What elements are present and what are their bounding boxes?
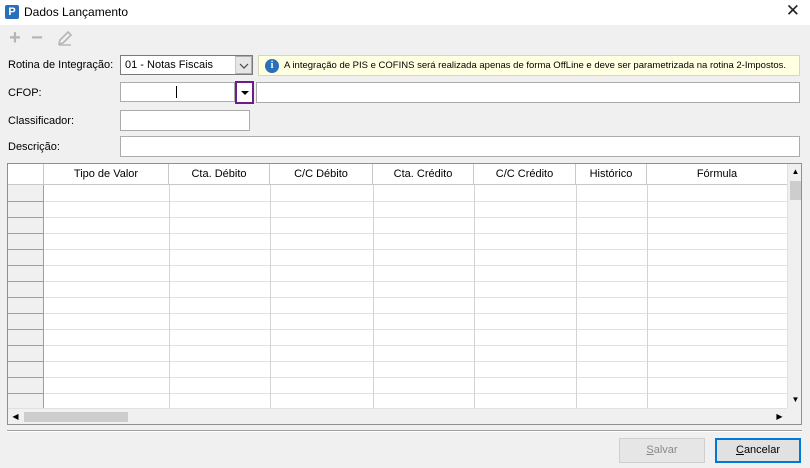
horizontal-scrollbar[interactable]: ◀ ▶ — [8, 408, 787, 424]
row-indicator-line — [8, 201, 44, 202]
row-indicator-line — [8, 361, 44, 362]
text-caret — [176, 86, 177, 98]
cancel-button[interactable]: Cancelar — [715, 438, 801, 463]
scrollbar-corner — [787, 408, 801, 424]
grid-row-line — [44, 281, 787, 282]
grid-row-line — [44, 313, 787, 314]
row-indicator-line — [8, 265, 44, 266]
grid-row-line — [44, 265, 787, 266]
scroll-down-icon[interactable]: ▼ — [788, 392, 801, 408]
column-header[interactable]: Cta. Débito — [169, 164, 270, 185]
grid-row-line — [44, 217, 787, 218]
toolbar: + − — [0, 27, 810, 51]
app-logo-icon: P — [5, 5, 19, 19]
rotina-select[interactable]: 01 - Notas Fiscais — [120, 55, 253, 75]
column-header[interactable]: C/C Débito — [270, 164, 373, 185]
column-header[interactable]: Fórmula — [647, 164, 787, 185]
classificador-label: Classificador: — [8, 115, 75, 127]
classificador-input[interactable] — [120, 110, 250, 131]
grid-column-line — [647, 185, 648, 408]
column-header[interactable]: C/C Crédito — [474, 164, 576, 185]
column-header[interactable]: Tipo de Valor — [44, 164, 169, 185]
row-indicator-line — [8, 281, 44, 282]
descricao-input[interactable] — [120, 136, 800, 157]
close-icon[interactable]: ✕ — [786, 2, 800, 20]
grid-row-line — [44, 377, 787, 378]
grid-row-line — [44, 361, 787, 362]
info-icon: i — [265, 59, 279, 73]
grid-column-line — [474, 185, 475, 408]
row-indicator-line — [8, 393, 44, 394]
row-indicator-line — [8, 297, 44, 298]
scroll-thumb[interactable] — [790, 181, 801, 200]
descricao-label: Descrição: — [8, 141, 60, 153]
grid-column-line — [270, 185, 271, 408]
cancel-button-mnemonic: C — [735, 444, 744, 456]
cfop-input[interactable] — [120, 82, 235, 102]
grid-row-line — [44, 201, 787, 202]
footer-divider — [7, 430, 802, 432]
cfop-label: CFOP: — [8, 87, 42, 99]
save-button[interactable]: Salvar — [619, 438, 705, 463]
grid-column-line — [169, 185, 170, 408]
pencil-icon[interactable] — [56, 29, 74, 47]
lancamentos-grid[interactable]: Tipo de Valor Cta. Débito C/C Débito Cta… — [7, 163, 802, 425]
vertical-scrollbar[interactable]: ▲ ▼ — [787, 164, 801, 408]
cfop-description-field — [256, 82, 800, 103]
grid-row-line — [44, 393, 787, 394]
add-button[interactable]: + — [6, 28, 24, 48]
row-indicator-line — [8, 249, 44, 250]
grid-column-line — [373, 185, 374, 408]
row-indicator-line — [8, 377, 44, 378]
grid-column-line — [576, 185, 577, 408]
grid-corner-cell — [8, 164, 44, 185]
scroll-up-icon[interactable]: ▲ — [788, 164, 801, 180]
scroll-thumb[interactable] — [24, 412, 128, 422]
rotina-label: Rotina de Integração: — [8, 59, 114, 71]
grid-row-line — [44, 249, 787, 250]
grid-row-line — [44, 345, 787, 346]
save-button-mnemonic: S — [646, 444, 654, 456]
row-indicator-line — [8, 313, 44, 314]
cancel-button-label: ancelar — [743, 444, 781, 456]
chevron-down-icon[interactable] — [235, 56, 252, 74]
row-indicator-line — [8, 329, 44, 330]
grid-row-line — [44, 329, 787, 330]
info-banner: i A integração de PIS e COFINS será real… — [258, 55, 800, 76]
cfop-dropdown-button[interactable] — [235, 81, 254, 104]
row-indicator-line — [8, 345, 44, 346]
grid-row-line — [44, 297, 787, 298]
info-text: A integração de PIS e COFINS será realiz… — [284, 60, 787, 71]
dropdown-arrow-icon — [241, 91, 249, 95]
column-header[interactable]: Histórico — [576, 164, 647, 185]
row-indicator-line — [8, 217, 44, 218]
scroll-left-icon[interactable]: ◀ — [8, 409, 23, 424]
remove-button[interactable]: − — [28, 28, 46, 48]
column-header[interactable]: Cta. Crédito — [373, 164, 474, 185]
grid-row-line — [44, 233, 787, 234]
window-title: Dados Lançamento — [24, 5, 129, 19]
grid-header: Tipo de Valor Cta. Débito C/C Débito Cta… — [8, 164, 787, 185]
save-button-label: alvar — [653, 444, 678, 456]
title-bar: P Dados Lançamento ✕ — [0, 0, 810, 25]
rotina-select-value: 01 - Notas Fiscais — [125, 59, 214, 71]
row-indicator-line — [8, 233, 44, 234]
scroll-right-icon[interactable]: ▶ — [772, 409, 787, 424]
